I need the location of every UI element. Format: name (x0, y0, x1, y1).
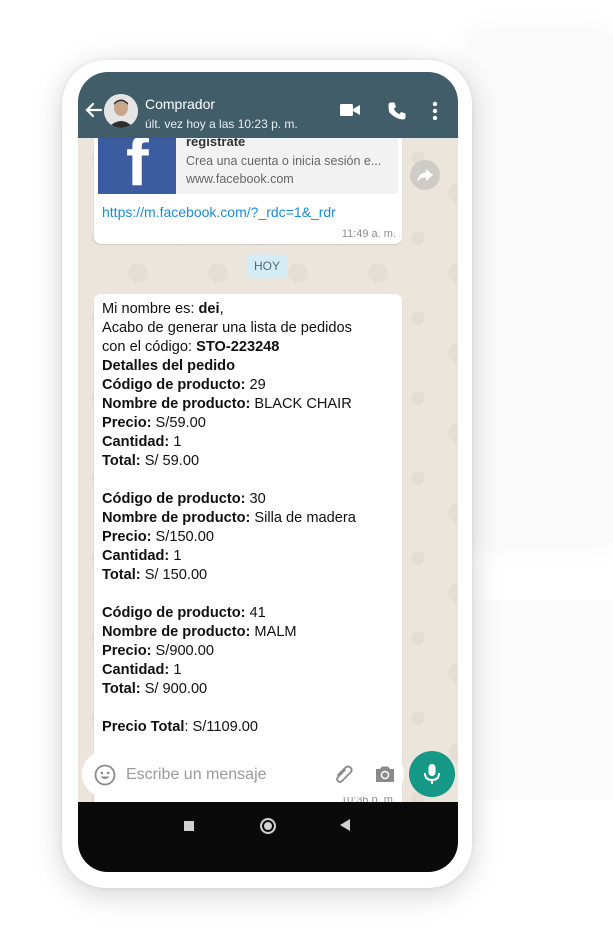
message-line: Precio Total: S/1109.00 (102, 718, 394, 737)
message-input[interactable] (124, 762, 328, 788)
field-label: Cantidad: (102, 662, 170, 678)
field-value: Silla de madera (250, 510, 356, 526)
field-value: S/900.00 (151, 643, 214, 659)
mic-button[interactable] (409, 751, 455, 797)
emoji-icon[interactable] (94, 764, 116, 786)
background-card (470, 35, 613, 542)
field-value: 30 (245, 491, 266, 507)
field-label: Nombre de producto: (102, 396, 251, 412)
link-preview-title: regístrate (186, 138, 246, 149)
message-line (102, 471, 394, 490)
back-arrow-icon[interactable] (84, 100, 104, 120)
background-card-lower (470, 600, 613, 800)
field-label: Total: (102, 681, 141, 697)
field-value: S/150.00 (151, 529, 214, 545)
message-line: Detalles del pedido (102, 357, 394, 376)
field-value: 41 (245, 605, 266, 621)
field-value: Mi nombre es: (102, 301, 199, 317)
field-value: con el código: (102, 339, 197, 355)
chat-header: Comprador últ. vez hoy a las 10:23 p. m. (78, 72, 458, 138)
chat-area[interactable]: f regístrate Crea una cuenta o inicia se… (78, 138, 458, 802)
field-label: Cantidad: (102, 548, 170, 564)
bold-value: dei (198, 301, 220, 317)
message-line: Cantidad: 1 (102, 433, 394, 452)
field-label: Precio: (102, 415, 152, 431)
nav-back-icon[interactable] (340, 819, 350, 831)
message-line: Total: S/ 150.00 (102, 566, 394, 585)
field-value: : S/1109.00 (184, 719, 259, 735)
field-value: BLACK CHAIR (250, 396, 352, 412)
message-line: Precio: S/900.00 (102, 642, 394, 661)
link-message-bubble[interactable]: f regístrate Crea una cuenta o inicia se… (94, 138, 402, 244)
field-value: S/ 150.00 (140, 567, 208, 583)
home-icon[interactable] (260, 818, 276, 834)
field-label: Precio: (102, 529, 152, 545)
field-label: Detalles del pedido (102, 358, 235, 374)
message-line: Cantidad: 1 (102, 547, 394, 566)
field-label: Código de producto: (102, 605, 246, 621)
last-seen-status: últ. vez hoy a las 10:23 p. m. (145, 117, 298, 131)
message-line (102, 585, 394, 604)
field-value: S/ 59.00 (140, 453, 200, 469)
share-arrow-icon (417, 169, 433, 182)
phone-icon[interactable] (387, 101, 407, 121)
message-line: Precio: S/59.00 (102, 414, 394, 433)
field-label: Nombre de producto: (102, 624, 251, 640)
field-label: Precio: (102, 643, 152, 659)
message-line: Nombre de producto: BLACK CHAIR (102, 395, 394, 414)
field-value: 1 (169, 434, 182, 450)
field-label: Nombre de producto: (102, 510, 251, 526)
avatar[interactable] (104, 94, 138, 128)
message-line: Acabo de generar una lista de pedidos (102, 319, 394, 338)
order-message-bubble[interactable]: Mi nombre es: dei, Acabo de generar una l… (94, 294, 402, 802)
video-call-icon[interactable] (339, 102, 361, 118)
avatar-image (104, 94, 138, 128)
field-label: Código de producto: (102, 491, 246, 507)
message-line: Precio: S/150.00 (102, 528, 394, 547)
attach-clip-icon[interactable] (332, 763, 354, 785)
camera-icon[interactable] (374, 764, 396, 784)
field-label: Total: (102, 453, 141, 469)
field-value: S/ 900.00 (140, 681, 208, 697)
field-label: Total: (102, 567, 141, 583)
link-preview-description: Crea una cuenta o inicia sesión e... (186, 154, 382, 168)
forward-button[interactable] (410, 160, 440, 190)
message-line: con el código: STO-223248 (102, 338, 394, 357)
message-line: Nombre de producto: Silla de madera (102, 509, 394, 528)
facebook-logo-icon: f (98, 138, 176, 198)
message-time: 11:49 a. m. (341, 228, 396, 240)
microphone-icon (424, 764, 440, 784)
field-label: Precio Total (102, 719, 185, 735)
field-label: Código de producto: (102, 377, 246, 393)
bold-value: STO-223248 (196, 339, 280, 355)
field-label: Cantidad: (102, 434, 170, 450)
message-line: Mi nombre es: dei, (102, 300, 394, 319)
message-line: Nombre de producto: MALM (102, 623, 394, 642)
message-line: Cantidad: 1 (102, 661, 394, 680)
field-value: 29 (245, 377, 266, 393)
order-message-text: Mi nombre es: dei, Acabo de generar una l… (102, 300, 394, 737)
more-vert-icon[interactable] (432, 101, 438, 121)
date-divider: HOY (246, 254, 288, 278)
message-line: Total: S/ 59.00 (102, 452, 394, 471)
message-link[interactable]: https://m.facebook.com/?_rdc=1&_rdr (102, 204, 336, 220)
phone-screen: Comprador últ. vez hoy a las 10:23 p. m.… (78, 72, 458, 872)
punctuation: , (219, 301, 224, 317)
field-value: 1 (169, 662, 182, 678)
android-nav-bar (78, 802, 458, 872)
field-value: MALM (250, 624, 297, 640)
field-value: S/59.00 (151, 415, 206, 431)
message-line: Código de producto: 29 (102, 376, 394, 395)
field-value: Acabo de generar una lista de pedidos (102, 320, 352, 336)
message-composer (82, 751, 404, 797)
link-preview-domain: www.facebook.com (186, 172, 294, 186)
message-line: Código de producto: 30 (102, 490, 394, 509)
field-value: 1 (169, 548, 182, 564)
contact-name[interactable]: Comprador (145, 96, 215, 112)
message-line: Total: S/ 900.00 (102, 680, 394, 699)
message-line: Código de producto: 41 (102, 604, 394, 623)
recents-icon[interactable] (184, 821, 194, 831)
message-line (102, 699, 394, 718)
link-preview[interactable]: f regístrate Crea una cuenta o inicia se… (98, 138, 398, 198)
